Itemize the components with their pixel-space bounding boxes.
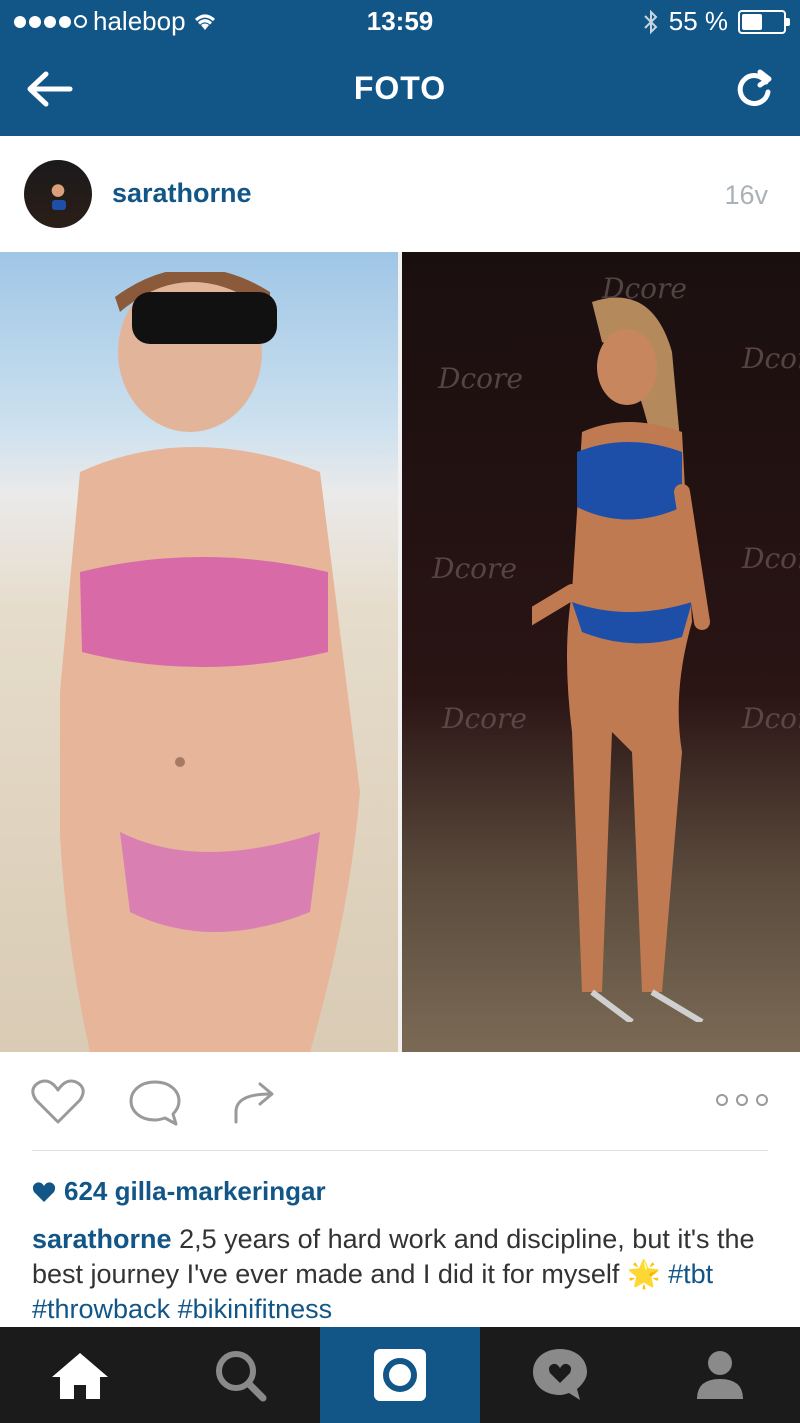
hashtag[interactable]: #throwback bbox=[32, 1294, 170, 1324]
star-emoji: 🌟 bbox=[626, 1259, 661, 1289]
post-caption: sarathorne 2,5 years of hard work and di… bbox=[32, 1222, 772, 1327]
profile-icon bbox=[697, 1351, 743, 1399]
person-before bbox=[60, 272, 360, 1052]
sponsor-logo: Dcore bbox=[742, 342, 800, 375]
tab-search[interactable] bbox=[160, 1327, 320, 1423]
top-bar: halebop 13:59 55 % FOTO bbox=[0, 0, 800, 136]
nav-bar: FOTO bbox=[0, 44, 800, 136]
share-icon[interactable] bbox=[230, 1078, 280, 1128]
battery-icon bbox=[738, 9, 790, 34]
page-title: FOTO bbox=[353, 70, 447, 106]
camera-icon bbox=[374, 1349, 426, 1401]
like-count[interactable]: 624 gilla-markeringar bbox=[32, 1176, 326, 1207]
sponsor-logo: Dcore bbox=[438, 362, 523, 395]
status-right: 55 % bbox=[643, 6, 790, 37]
sponsor-logo: Dcore bbox=[742, 702, 800, 735]
photo-after: Dcore Dcore Dcore Dcore Dcore Dcore Dcor… bbox=[402, 252, 800, 1052]
home-icon bbox=[52, 1353, 108, 1399]
heart-filled-icon bbox=[32, 1181, 56, 1202]
divider bbox=[32, 1150, 768, 1151]
sponsor-logo: Dcore bbox=[742, 542, 800, 575]
bluetooth-icon bbox=[644, 9, 658, 34]
hashtag[interactable]: #bikinifitness bbox=[178, 1294, 333, 1324]
post-username[interactable]: sarathorne bbox=[112, 178, 252, 209]
avatar[interactable] bbox=[24, 160, 92, 228]
hashtag[interactable]: #tbt bbox=[668, 1259, 713, 1289]
post-age: 16v bbox=[724, 180, 768, 210]
search-icon bbox=[216, 1351, 267, 1402]
post-header: sarathorne 16v bbox=[0, 136, 800, 252]
tab-profile[interactable] bbox=[640, 1327, 800, 1423]
post-photo[interactable]: Dcore Dcore Dcore Dcore Dcore Dcore Dcor… bbox=[0, 252, 800, 1052]
post-actions bbox=[0, 1052, 800, 1150]
refresh-icon[interactable] bbox=[732, 66, 776, 112]
comment-icon[interactable] bbox=[128, 1078, 182, 1128]
tab-bar bbox=[0, 1327, 800, 1423]
tab-camera[interactable] bbox=[320, 1327, 480, 1423]
photo-before bbox=[0, 252, 398, 1052]
activity-icon bbox=[533, 1349, 587, 1400]
sponsor-logo: Dcore bbox=[432, 552, 517, 585]
more-options-icon[interactable] bbox=[714, 1092, 770, 1108]
status-bar: halebop 13:59 55 % bbox=[0, 0, 800, 44]
battery-text: 55 % bbox=[668, 6, 728, 36]
person-after bbox=[532, 297, 710, 1022]
like-count-text: 624 gilla-markeringar bbox=[64, 1176, 326, 1206]
tab-home[interactable] bbox=[0, 1327, 160, 1423]
heart-icon[interactable] bbox=[30, 1078, 86, 1126]
sponsor-logo: Dcore bbox=[442, 702, 527, 735]
caption-username[interactable]: sarathorne bbox=[32, 1224, 172, 1254]
tab-activity[interactable] bbox=[480, 1327, 640, 1423]
